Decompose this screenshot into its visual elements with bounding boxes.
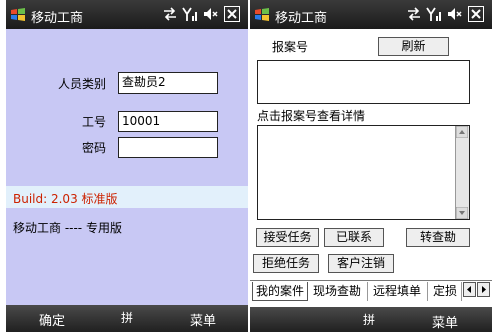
accept-task-button[interactable]: 接受任务 (256, 228, 319, 247)
tab-my-cases[interactable]: 我的案件 (252, 282, 308, 301)
refresh-button[interactable]: 刷新 (378, 37, 449, 56)
transfer-survey-button[interactable]: 转查勘 (406, 228, 470, 247)
windows-start-icon[interactable] (10, 7, 26, 23)
connectivity-icon[interactable] (406, 6, 422, 22)
close-icon (471, 9, 481, 19)
case-number-list[interactable] (257, 60, 470, 104)
tab-scroll-right[interactable] (477, 282, 490, 297)
chevron-left-icon (467, 286, 471, 293)
app-title: 移动工商 (31, 11, 84, 26)
customer-logout-button[interactable]: 客户注销 (328, 254, 394, 273)
password-label: 密码 (82, 141, 107, 155)
id-label: 工号 (82, 115, 107, 129)
password-input[interactable] (118, 137, 218, 158)
task-screen: 移动工商 报案号 刷新 点击报案号查看详情 接受任务 已联系 转查勘 拒绝任务 … (250, 0, 492, 332)
volume-icon[interactable] (202, 6, 218, 22)
scroll-up-icon[interactable] (456, 126, 468, 138)
detail-scrollbar[interactable] (455, 126, 469, 219)
scroll-down-icon[interactable] (456, 207, 468, 219)
contacted-button[interactable]: 已联系 (324, 228, 384, 247)
confirm-softkey[interactable]: 确定 (39, 310, 65, 329)
menu-softkey[interactable]: 菜单 (432, 312, 458, 331)
role-select[interactable]: 查勘员2 (118, 72, 218, 94)
build-text: Build: 2.03 标准版 (13, 192, 118, 206)
id-input[interactable]: 10001 (118, 111, 218, 132)
reject-task-button[interactable]: 拒绝任务 (253, 254, 319, 273)
volume-icon[interactable] (446, 6, 462, 22)
soft-key-bar: 拼 菜单 (250, 307, 492, 332)
tab-loss-assessment[interactable]: 定损 (430, 282, 462, 301)
menu-softkey[interactable]: 菜单 (190, 310, 216, 329)
detail-box[interactable] (257, 125, 470, 220)
tab-strip: 我的案件 现场查勘 远程填单 定损 (250, 280, 492, 301)
login-screen: 移动工商 人员类别 查勘员2 工号 10001 密码 Build: 2.03 标… (6, 0, 248, 332)
close-button[interactable] (224, 6, 240, 22)
connectivity-icon[interactable] (162, 6, 178, 22)
case-number-label: 报案号 (272, 40, 309, 54)
tab-scroll-left[interactable] (463, 282, 476, 297)
windows-start-icon[interactable] (254, 7, 270, 23)
tab-site-survey[interactable]: 现场查勘 (310, 282, 368, 301)
app-title: 移动工商 (275, 11, 328, 26)
build-band: Build: 2.03 标准版 (6, 186, 248, 208)
signal-icon[interactable] (426, 6, 442, 22)
input-method-button[interactable]: 拼 (363, 311, 375, 328)
footer-text: 移动工商 ---- 专用版 (13, 221, 122, 235)
close-button[interactable] (468, 6, 484, 22)
close-icon (227, 9, 237, 19)
input-method-button[interactable]: 拼 (121, 309, 133, 326)
role-label: 人员类别 (58, 77, 107, 91)
title-bar: 移动工商 (6, 0, 248, 29)
chevron-right-icon (482, 286, 486, 293)
soft-key-bar: 确定 拼 菜单 (6, 305, 248, 332)
title-bar: 移动工商 (250, 0, 492, 29)
detail-hint: 点击报案号查看详情 (257, 109, 366, 123)
signal-icon[interactable] (182, 6, 198, 22)
tab-remote-form[interactable]: 远程填单 (370, 282, 428, 301)
